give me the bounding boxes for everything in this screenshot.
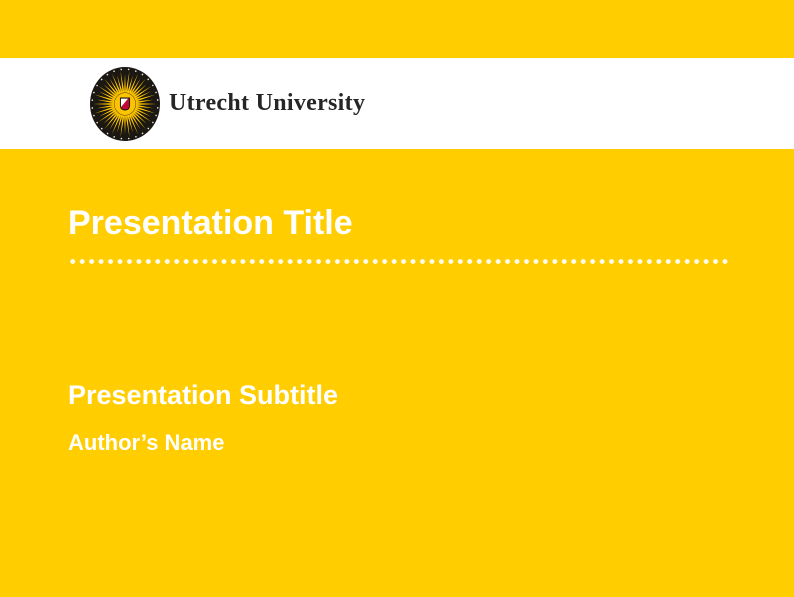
shield-icon xyxy=(120,98,129,110)
dotted-divider xyxy=(68,257,730,266)
university-logo-text: Utrecht University xyxy=(169,90,365,117)
logo-band: Utrecht University xyxy=(0,58,794,149)
presentation-subtitle: Presentation Subtitle xyxy=(68,379,338,411)
utrecht-university-sun-logo-icon xyxy=(90,67,160,141)
title-slide: Utrecht University Presentation Title Pr… xyxy=(0,0,794,597)
presentation-title: Presentation Title xyxy=(68,203,353,244)
author-name: Author’s Name xyxy=(68,430,224,456)
